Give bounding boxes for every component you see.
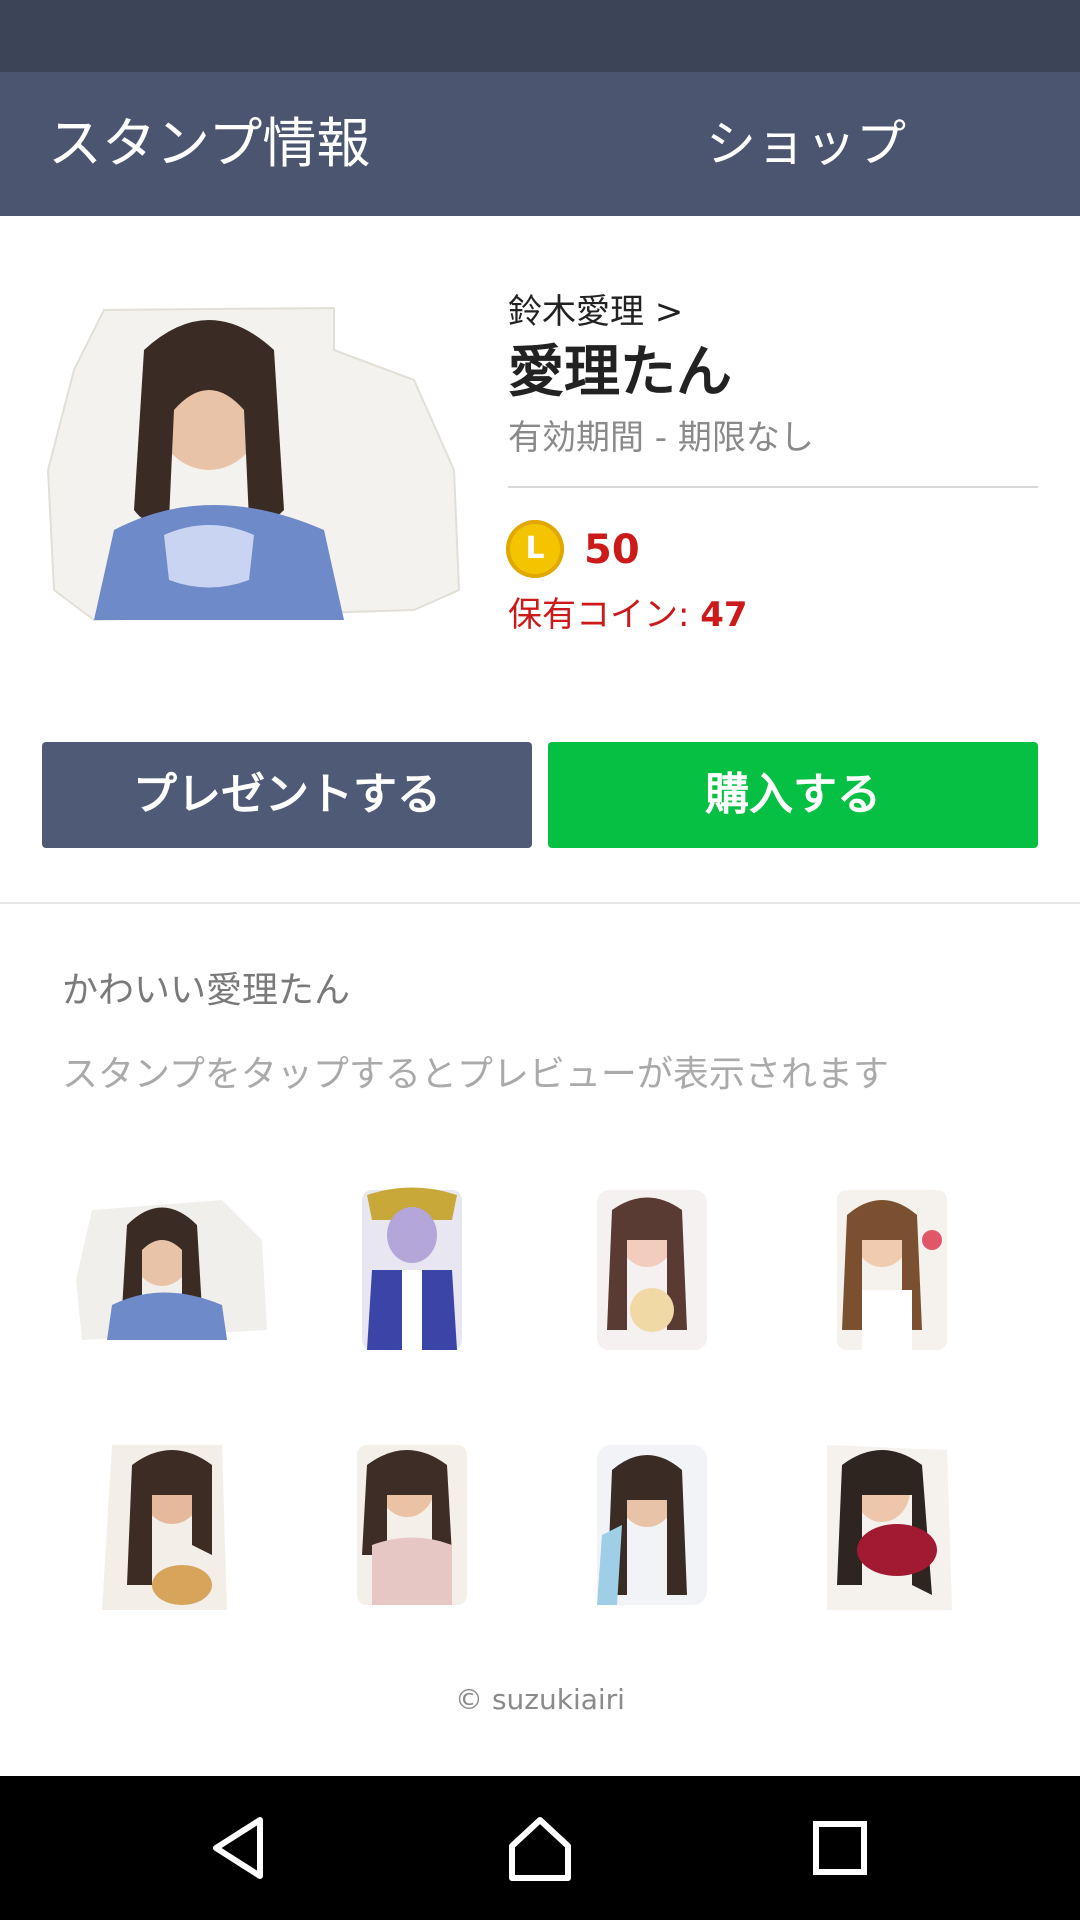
gift-button[interactable]: プレゼントする xyxy=(42,742,532,848)
price-value: 50 xyxy=(584,527,640,573)
back-icon[interactable] xyxy=(198,1806,282,1890)
buy-button[interactable]: 購入する xyxy=(548,742,1038,848)
shop-button[interactable]: ショップ xyxy=(706,108,906,180)
owned-coins: 保有コイン: 47 xyxy=(508,592,748,638)
sticker-1[interactable] xyxy=(62,1180,282,1360)
sticker-3[interactable] xyxy=(542,1180,762,1360)
main-sticker-image xyxy=(46,306,461,622)
system-nav-bar xyxy=(0,1776,1080,1920)
status-bar xyxy=(0,0,1080,72)
owned-coins-value: 47 xyxy=(700,595,748,635)
sticker-2[interactable] xyxy=(302,1180,522,1360)
recents-icon[interactable] xyxy=(798,1806,882,1890)
copyright-text: © suzukiairi xyxy=(455,1683,625,1716)
sticker-8[interactable] xyxy=(782,1435,1002,1615)
preview-hint: スタンプをタップするとプレビューが表示されます xyxy=(62,1054,889,1095)
sticker-6[interactable] xyxy=(302,1435,522,1615)
sticker-7[interactable] xyxy=(542,1435,762,1615)
validity-text: 有効期間 - 期限なし xyxy=(508,418,814,458)
sticker-4[interactable] xyxy=(782,1180,1002,1360)
sticker-description: かわいい愛理たん xyxy=(62,970,351,1011)
app-bar: スタンプ情報 ショップ xyxy=(0,72,1080,216)
author-link[interactable]: 鈴木愛理 > xyxy=(508,290,683,334)
sticker-grid xyxy=(62,1180,1018,1620)
section-divider xyxy=(0,902,1080,904)
coin-icon: L xyxy=(506,520,564,578)
divider xyxy=(508,486,1038,488)
page-title: スタンプ情報 xyxy=(48,112,371,175)
home-icon[interactable] xyxy=(498,1806,582,1890)
owned-coins-label: 保有コイン: xyxy=(508,595,701,635)
sticker-set-name: 愛理たん xyxy=(508,340,732,405)
sticker-5[interactable] xyxy=(62,1435,282,1615)
